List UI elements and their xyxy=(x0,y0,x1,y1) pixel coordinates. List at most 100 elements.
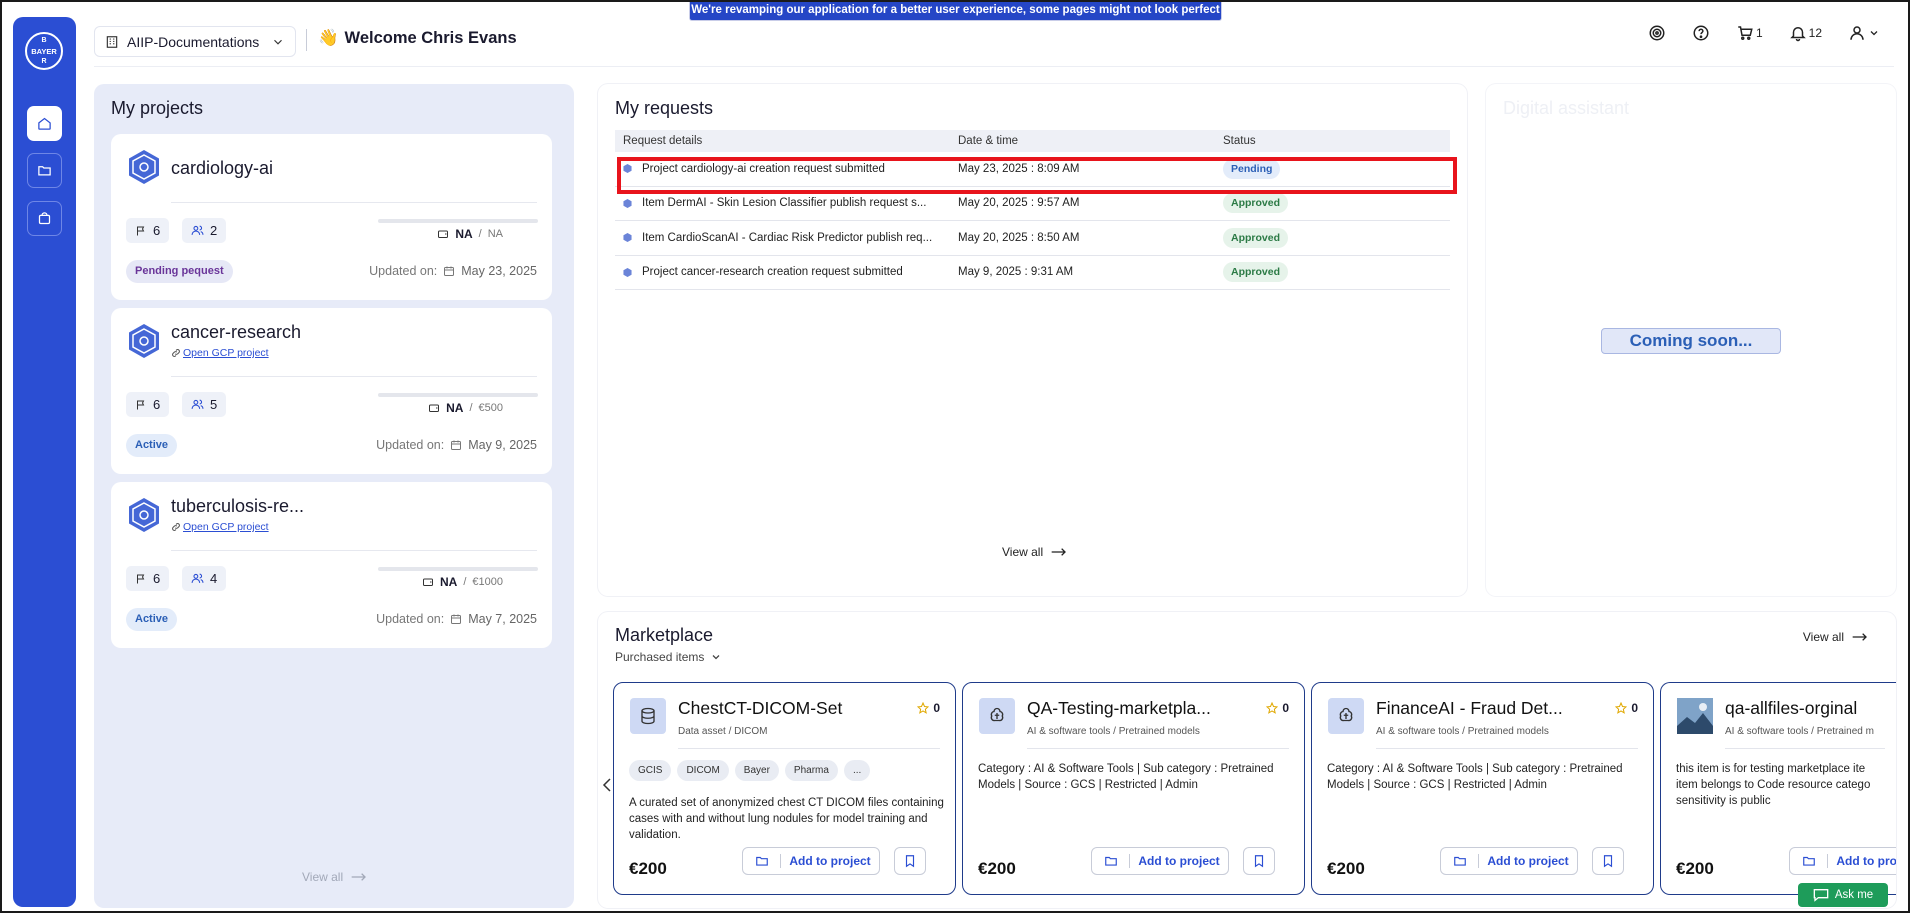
calendar-icon xyxy=(444,266,455,276)
arrow-right-icon xyxy=(351,873,367,881)
divider xyxy=(171,550,537,551)
item-description: this item is for testing marketplace ite… xyxy=(1676,763,1871,807)
wave-emoji: 👋 xyxy=(318,29,339,47)
tag-list: GCIS DICOM Bayer Pharma ... xyxy=(629,760,871,781)
hexagon-bullet-icon xyxy=(623,233,632,243)
bayer-logo[interactable]: B BAYER R xyxy=(25,32,63,70)
bookmark-icon xyxy=(905,855,915,868)
ask-me-button[interactable]: Ask me xyxy=(1798,883,1888,907)
star-icon xyxy=(1266,702,1279,714)
table-row[interactable]: Item CardioScanAI - Cardiac Risk Predict… xyxy=(615,221,1450,256)
project-name[interactable]: tuberculosis-re... xyxy=(171,496,304,517)
add-to-project-button[interactable]: Add to project xyxy=(1440,847,1578,875)
users-icon xyxy=(191,399,204,409)
star-icon xyxy=(917,702,930,714)
building-icon xyxy=(106,35,118,48)
bookmark-button[interactable] xyxy=(894,847,926,875)
marketplace-card[interactable]: qa-allfiles-orginal AI & software tools … xyxy=(1660,682,1896,895)
marketplace-view-all[interactable]: View all xyxy=(1803,630,1868,644)
cart-count: 1 xyxy=(1755,26,1763,40)
project-card[interactable]: tuberculosis-re... Open GCP project 6 4 … xyxy=(111,482,552,648)
bookmark-button[interactable] xyxy=(1592,847,1624,875)
folder-icon xyxy=(755,856,768,866)
budget-bar xyxy=(378,219,538,223)
marketplace-card[interactable]: QA-Testing-marketpla... 0 AI & software … xyxy=(962,682,1305,895)
notifications-button[interactable]: 12 xyxy=(1789,24,1822,42)
rating: 0 xyxy=(917,701,940,715)
cart-button[interactable]: 1 xyxy=(1736,24,1763,42)
tag-more[interactable]: ... xyxy=(843,760,871,781)
chevron-down-icon xyxy=(1870,31,1878,36)
requests-panel: My requests Request details Date & time … xyxy=(598,84,1467,596)
wallet-icon xyxy=(429,404,440,412)
projects-panel: My projects cardiology-ai 6 2 NA / NA Pend… xyxy=(94,84,574,908)
item-description: A curated set of anonymized chest CT DIC… xyxy=(629,797,944,841)
sidebar-item-home[interactable] xyxy=(27,106,62,141)
item-price: €200 xyxy=(1327,859,1365,878)
divider xyxy=(678,748,940,749)
rating: 0 xyxy=(1266,701,1289,715)
open-gcp-link[interactable]: Open GCP project xyxy=(171,347,269,359)
add-to-project-button[interactable]: Add to project xyxy=(742,847,880,875)
table-row[interactable]: Project cardiology-ai creation request s… xyxy=(615,152,1450,187)
header-actions: 1 12 xyxy=(1648,24,1880,42)
revamp-banner: We're revamping our application for a be… xyxy=(689,2,1222,33)
target-button[interactable] xyxy=(1648,24,1666,42)
purchased-items-dropdown[interactable]: Purchased items xyxy=(615,650,722,664)
hexagon-project-icon xyxy=(129,498,159,532)
folder-icon xyxy=(1104,856,1117,866)
flags-count: 6 xyxy=(126,218,170,243)
tag: Bayer xyxy=(734,760,779,781)
chevron-down-icon xyxy=(274,39,282,45)
add-to-project-button[interactable]: Add to project xyxy=(1789,847,1896,875)
sidebar-item-projects[interactable] xyxy=(27,153,62,188)
sidebar-item-marketplace[interactable] xyxy=(27,201,62,236)
marketplace-card[interactable]: FinanceAI - Fraud Det... 0 AI & software… xyxy=(1311,682,1654,895)
open-gcp-link[interactable]: Open GCP project xyxy=(171,521,269,533)
welcome-message: 👋 Welcome Chris Evans xyxy=(318,29,517,48)
header-separator xyxy=(306,29,307,51)
coming-soon-badge: Coming soon... xyxy=(1601,328,1781,354)
arrow-right-icon xyxy=(1852,633,1867,641)
bookmark-button[interactable] xyxy=(1243,847,1275,875)
divider xyxy=(171,376,537,377)
members-count: 5 xyxy=(182,392,227,417)
users-icon xyxy=(191,225,204,235)
ai-brain-icon xyxy=(979,698,1015,734)
carousel-prev-button[interactable] xyxy=(602,778,612,795)
status-badge: Approved xyxy=(1223,193,1289,214)
user-menu-button[interactable] xyxy=(1848,24,1880,42)
item-name[interactable]: QA-Testing-marketpla... xyxy=(1027,698,1257,719)
project-select[interactable]: AIIP-Documentations xyxy=(94,26,296,57)
wallet-icon xyxy=(438,230,449,238)
add-to-project-button[interactable]: Add to project xyxy=(1091,847,1229,875)
table-row[interactable]: Project cancer-research creation request… xyxy=(615,256,1450,290)
project-card[interactable]: cancer-research Open GCP project 6 5 NA /… xyxy=(111,308,552,474)
item-name[interactable]: FinanceAI - Fraud Det... xyxy=(1376,698,1606,719)
folder-icon xyxy=(1453,856,1466,866)
help-button[interactable] xyxy=(1692,24,1710,42)
ai-brain-icon xyxy=(1328,698,1364,734)
item-category: AI & software tools / Pretrained models xyxy=(1376,726,1549,737)
marketplace-card[interactable]: ChestCT-DICOM-Set 0 Data asset / DICOM G… xyxy=(613,682,956,895)
assistant-title: Digital assistant xyxy=(1503,98,1630,118)
project-name[interactable]: cardiology-ai xyxy=(171,158,273,179)
cart-icon xyxy=(1738,26,1753,40)
project-name[interactable]: cancer-research xyxy=(171,322,301,343)
item-description: Category : AI & Software Tools | Sub cat… xyxy=(978,763,1274,791)
link-icon xyxy=(172,349,180,357)
tag: Pharma xyxy=(784,760,838,781)
column-header: Status xyxy=(1223,135,1256,147)
item-name[interactable]: qa-allfiles-orginal xyxy=(1725,698,1896,719)
item-category: Data asset / DICOM xyxy=(678,726,768,737)
budget-info: NA / NA xyxy=(437,227,503,241)
projects-view-all[interactable]: View all xyxy=(302,870,367,884)
table-row[interactable]: Item DermAI - Skin Lesion Classifier pub… xyxy=(615,187,1450,221)
hexagon-project-icon xyxy=(129,150,159,184)
item-price: €200 xyxy=(629,859,667,878)
members-count: 2 xyxy=(182,218,227,243)
requests-view-all[interactable]: View all xyxy=(1002,545,1067,559)
user-icon xyxy=(1850,26,1864,40)
project-card[interactable]: cardiology-ai 6 2 NA / NA Pending pequest … xyxy=(111,134,552,300)
item-name[interactable]: ChestCT-DICOM-Set xyxy=(678,698,908,719)
